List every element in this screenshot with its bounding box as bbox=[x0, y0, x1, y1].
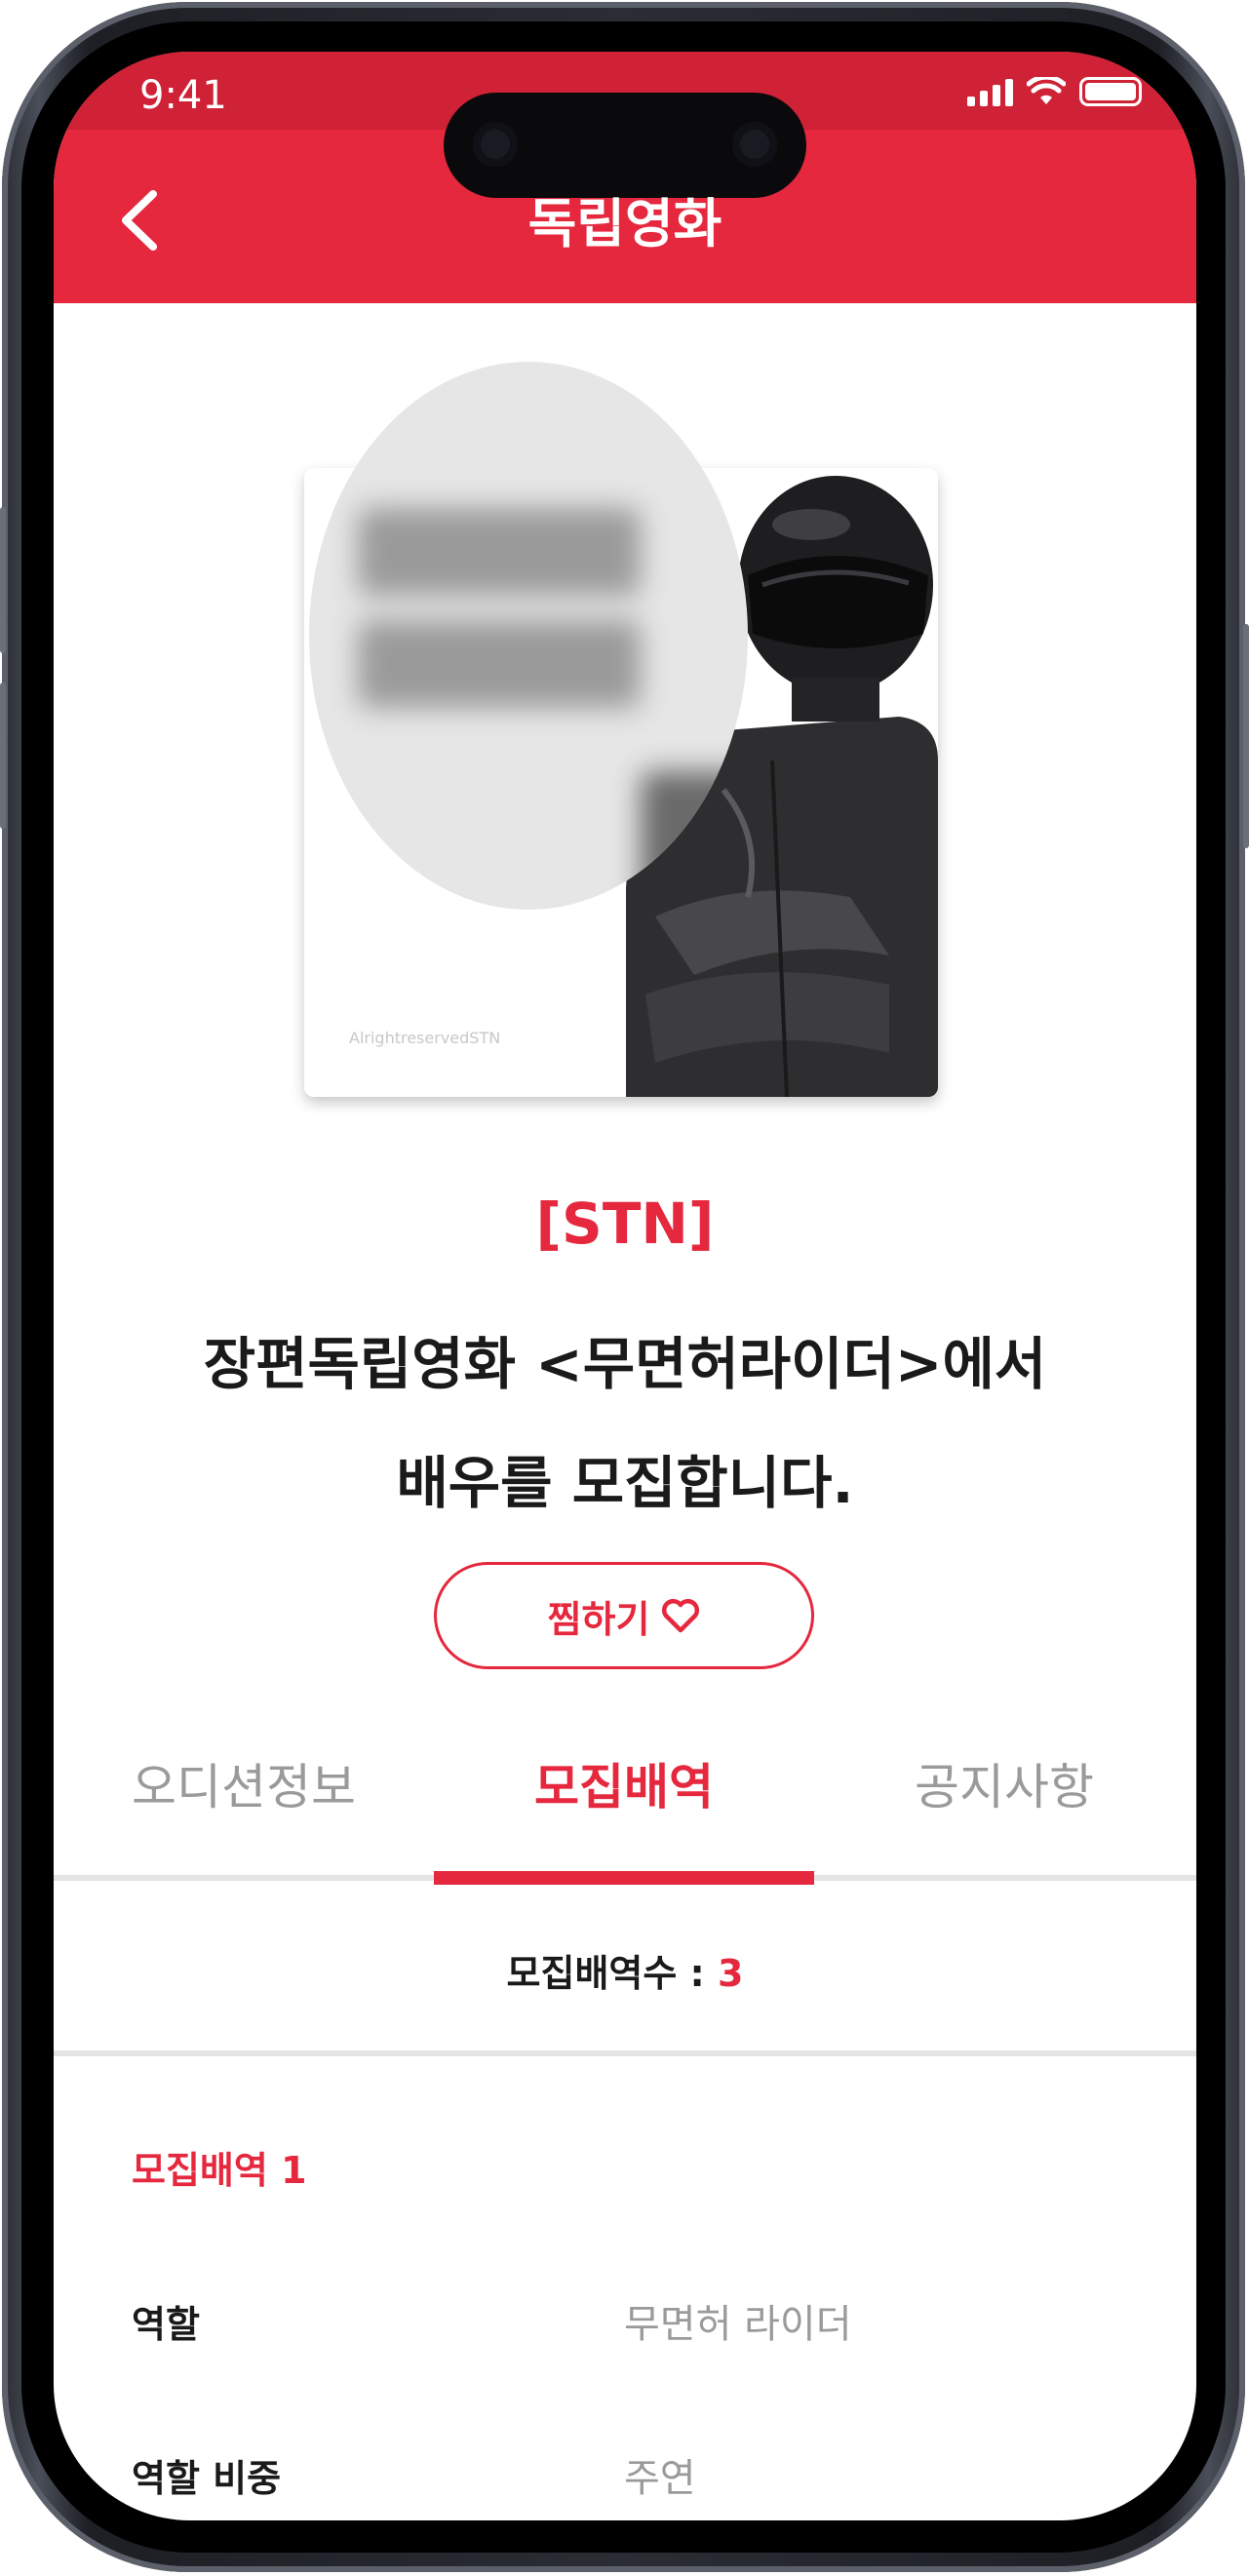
tab-recruit-roles[interactable]: 모집배역 bbox=[434, 1748, 814, 1818]
role-count: 모집배역수 : 3 bbox=[54, 1943, 1196, 1997]
section-divider bbox=[54, 2050, 1196, 2056]
heart-outline-icon bbox=[662, 1599, 700, 1633]
volume-button bbox=[0, 683, 6, 829]
audition-headline: 장편독립영화 <무면허라이더>에서 배우를 모집합니다. bbox=[132, 1305, 1118, 1542]
role-label: 역할 bbox=[132, 2303, 200, 2346]
wifi-icon bbox=[1027, 77, 1066, 104]
active-tab-indicator bbox=[434, 1871, 814, 1885]
tab-bar: 오디션정보 모집배역 공지사항 bbox=[54, 1748, 1196, 1836]
status-time: 9:41 bbox=[139, 73, 227, 118]
app-screen: 9:41 독립영화 AlrightreservedSTN [STN] 장편독립영… bbox=[54, 52, 1196, 2520]
app-header: 9:41 독립영화 bbox=[54, 52, 1196, 303]
battery-icon bbox=[1079, 77, 1142, 106]
status-icons bbox=[967, 77, 1142, 106]
role-count-value: 3 bbox=[718, 1952, 744, 1995]
blurred-title bbox=[358, 508, 641, 596]
like-button-label: 찜하기 bbox=[547, 1597, 650, 1641]
role-count-label: 모집배역수 : bbox=[506, 1952, 718, 1995]
poster-caption: AlrightreservedSTN bbox=[349, 1029, 501, 1047]
volume-button bbox=[0, 507, 6, 653]
role-weight-label: 역할 비중 bbox=[132, 2457, 282, 2500]
role-value: 무면허 라이더 bbox=[624, 2302, 852, 2347]
power-button bbox=[1243, 624, 1249, 848]
camera-icon bbox=[732, 122, 777, 167]
tab-audition-info[interactable]: 오디션정보 bbox=[54, 1748, 434, 1818]
signal-icon bbox=[967, 79, 1013, 106]
role-weight-value: 주연 bbox=[624, 2456, 696, 2501]
headline-line: 장편독립영화 <무면허라이더>에서 bbox=[203, 1331, 1047, 1397]
page-title: 독립영화 bbox=[527, 193, 722, 254]
camera-icon bbox=[473, 122, 518, 167]
blurred-jacket bbox=[641, 771, 748, 910]
headline-line: 배우를 모집합니다. bbox=[396, 1450, 854, 1516]
tab-notices[interactable]: 공지사항 bbox=[814, 1748, 1194, 1818]
blurred-title bbox=[358, 620, 641, 708]
like-button[interactable]: 찜하기 bbox=[434, 1562, 814, 1669]
privacy-blur-overlay bbox=[309, 362, 748, 910]
company-name: [STN] bbox=[535, 1190, 715, 1257]
role-section-title: 모집배역 1 bbox=[132, 2149, 307, 2192]
